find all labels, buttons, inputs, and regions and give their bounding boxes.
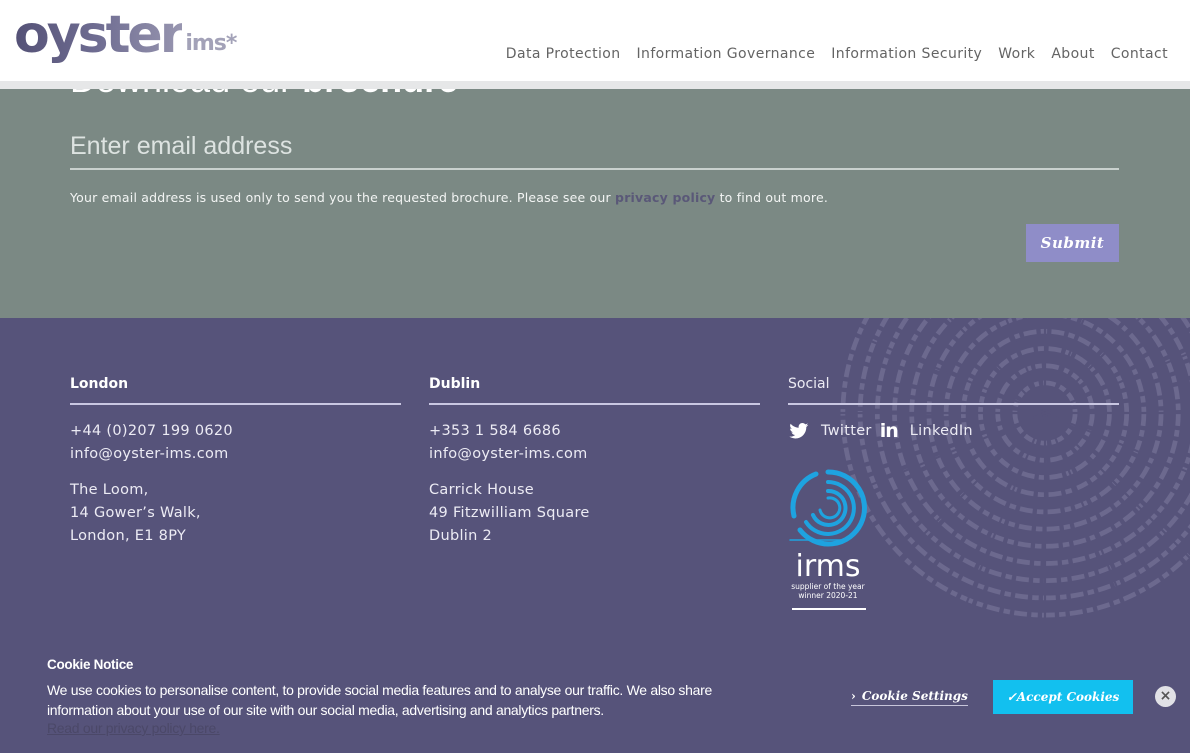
cookie-settings-button[interactable]: › Cookie Settings	[851, 689, 968, 706]
logo-main-text: oyster	[14, 5, 185, 65]
cookie-settings-label: Cookie Settings	[861, 689, 968, 703]
linkedin-icon: in	[879, 420, 899, 442]
nav-data-protection[interactable]: Data Protection	[506, 46, 621, 62]
nav-about[interactable]: About	[1051, 46, 1094, 62]
dublin-email[interactable]: info@oyster-ims.com	[429, 443, 760, 466]
brochure-notice: Your email address is used only to send …	[70, 190, 828, 205]
dublin-title: Dublin	[429, 376, 481, 392]
divider	[70, 403, 401, 405]
brochure-section: Download our brochure Your email address…	[0, 81, 1190, 318]
twitter-label: Twitter	[821, 423, 872, 439]
dublin-address-line: 49 Fitzwilliam Square	[429, 505, 590, 521]
notice-text-before: Your email address is used only to send …	[70, 190, 616, 205]
dublin-column: Dublin +353 1 584 6686 info@oyster-ims.c…	[429, 376, 760, 548]
irms-line2: winner 2020-21	[798, 591, 857, 600]
london-address-line: London, E1 8PY	[70, 528, 187, 544]
london-address-line: 14 Gower’s Walk,	[70, 505, 201, 521]
cookie-title: Cookie Notice	[47, 657, 134, 672]
nav-contact[interactable]: Contact	[1111, 46, 1168, 62]
logo[interactable]: oyster ims*	[14, 4, 237, 66]
site-header: oyster ims* Data Protection Information …	[0, 0, 1190, 81]
cookie-banner: Cookie Notice We use cookies to personal…	[0, 640, 1190, 753]
chevron-right-icon: ›	[851, 689, 856, 703]
london-title: London	[70, 376, 129, 392]
header-shadow	[0, 81, 1190, 89]
divider	[429, 403, 760, 405]
radial-pattern-decoration	[830, 318, 1190, 628]
divider	[788, 403, 1119, 405]
accept-cookies-button[interactable]: ✓Accept Cookies	[993, 680, 1133, 714]
email-input[interactable]	[70, 125, 1119, 170]
social-title: Social	[788, 376, 830, 392]
london-email[interactable]: info@oyster-ims.com	[70, 443, 401, 466]
twitter-link[interactable]: Twitter	[788, 423, 872, 439]
twitter-icon	[789, 423, 809, 439]
main-nav: Data Protection Information Governance I…	[506, 46, 1168, 62]
cookie-privacy-link[interactable]: Read our privacy policy here.	[47, 720, 220, 736]
london-column: London +44 (0)207 199 0620 info@oyster-i…	[70, 376, 401, 548]
dublin-phone[interactable]: +353 1 584 6686	[429, 420, 760, 443]
london-address-line: The Loom,	[70, 482, 149, 498]
accept-cookies-label: Accept Cookies	[1016, 690, 1120, 704]
dublin-address-line: Carrick House	[429, 482, 535, 498]
irms-award-badge: irms supplier of the year winner 2020-21	[789, 469, 867, 610]
london-phone[interactable]: +44 (0)207 199 0620	[70, 420, 401, 443]
social-column: Social Twitter in LinkedIn	[788, 376, 1119, 442]
linkedin-link[interactable]: in LinkedIn	[872, 420, 973, 442]
irms-line1: supplier of the year	[791, 582, 865, 591]
nav-work[interactable]: Work	[998, 46, 1035, 62]
social-links: Twitter in LinkedIn	[788, 420, 1119, 442]
irms-text: irms	[796, 549, 861, 584]
close-icon[interactable]: ×	[1155, 686, 1176, 707]
dublin-address-line: Dublin 2	[429, 528, 493, 544]
nav-information-security[interactable]: Information Security	[831, 46, 982, 62]
notice-text-after: to find out more.	[715, 190, 829, 205]
linkedin-label: LinkedIn	[909, 423, 973, 439]
check-icon: ✓	[1006, 690, 1017, 704]
logo-sub-text: ims*	[185, 31, 237, 56]
nav-information-governance[interactable]: Information Governance	[637, 46, 816, 62]
cookie-text: We use cookies to personalise content, t…	[47, 682, 712, 718]
privacy-policy-link[interactable]: privacy policy	[615, 190, 715, 205]
submit-button[interactable]: Submit	[1026, 224, 1119, 262]
